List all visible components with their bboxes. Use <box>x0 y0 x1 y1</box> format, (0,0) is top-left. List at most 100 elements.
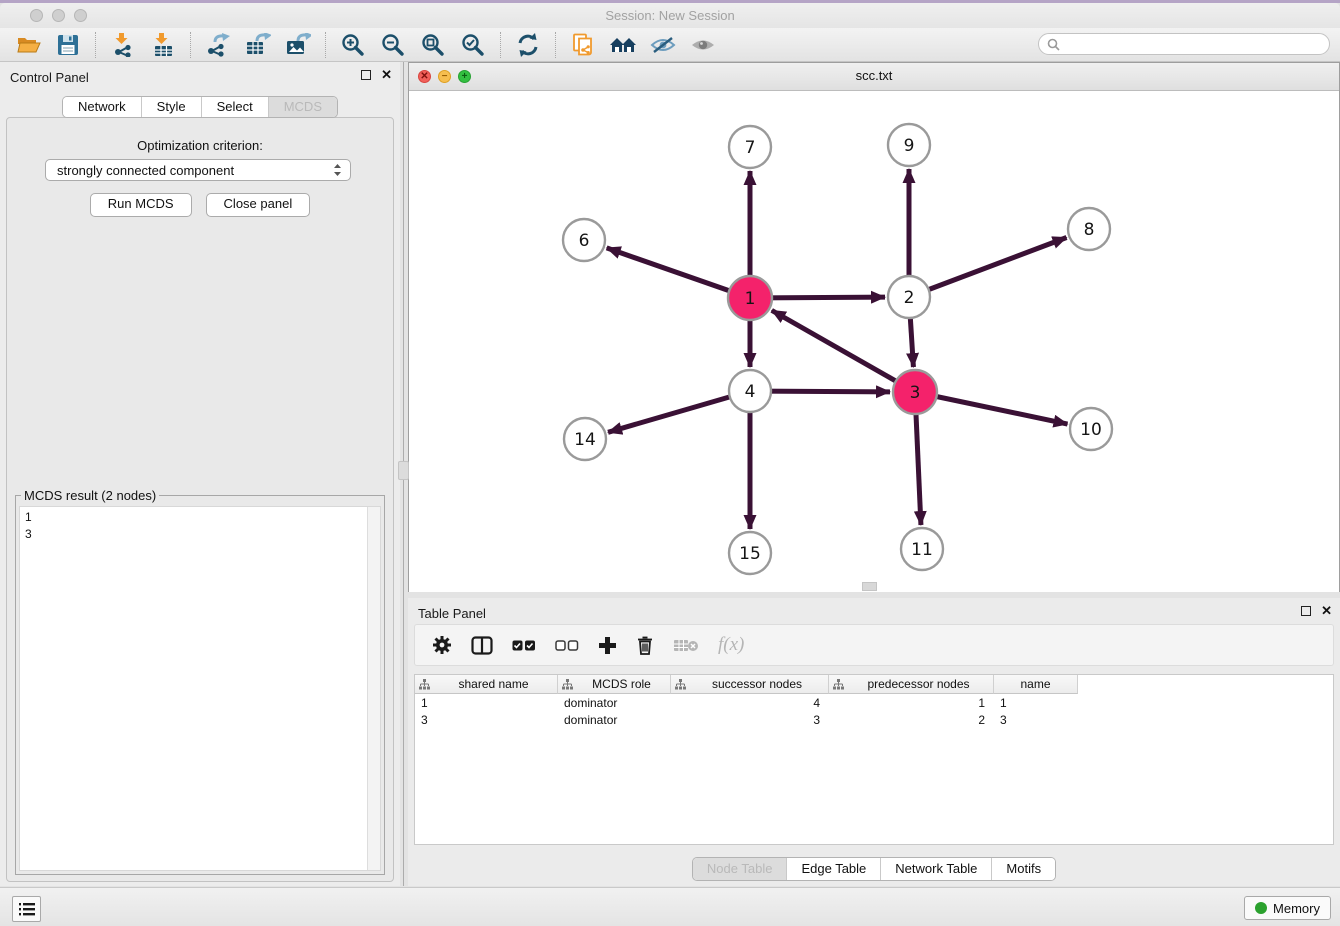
zoom-in-button[interactable] <box>333 30 373 60</box>
memory-button[interactable]: Memory <box>1244 896 1331 920</box>
network-view-window: ✕ − + scc.txt 7968124314101511 <box>408 62 1340 592</box>
minimize-window-button[interactable] <box>52 9 65 22</box>
tab-edge-table[interactable]: Edge Table <box>786 858 880 880</box>
tab-network-table[interactable]: Network Table <box>880 858 991 880</box>
houses-button[interactable] <box>603 30 643 60</box>
export-network-icon <box>205 33 231 57</box>
window-titlebar: Session: New Session <box>0 3 1340 29</box>
float-table-panel-icon[interactable] <box>1301 606 1311 616</box>
save-icon <box>57 34 79 56</box>
export-table-button[interactable] <box>238 30 278 60</box>
delete-table-button[interactable] <box>673 638 699 653</box>
export-network-button[interactable] <box>198 30 238 60</box>
close-window-button[interactable] <box>30 9 43 22</box>
show-columns-button[interactable] <box>471 636 493 655</box>
memory-label: Memory <box>1273 901 1320 916</box>
optimization-criterion-dropdown[interactable]: strongly connected component <box>45 159 351 181</box>
toolbar-separator <box>555 32 556 58</box>
window-title: Session: New Session <box>0 3 1340 28</box>
cell-successor-nodes: 4 <box>671 696 829 710</box>
graph-node-label: 1 <box>745 289 756 309</box>
eye-slash-icon <box>650 35 676 55</box>
control-panel-header: Control Panel ✕ <box>0 62 400 92</box>
run-mcds-button[interactable]: Run MCDS <box>90 193 192 217</box>
table-row[interactable]: 1 dominator 4 1 1 <box>415 694 1333 711</box>
window-controls[interactable] <box>30 9 87 22</box>
vertical-splitter-grip[interactable] <box>398 461 409 480</box>
delete-table-icon <box>673 638 699 653</box>
import-table-icon <box>151 33 175 57</box>
graph-node-label: 15 <box>739 544 761 564</box>
graph-edge-2-8[interactable] <box>909 237 1067 297</box>
column-header-successor-nodes[interactable]: successor nodes <box>671 675 829 694</box>
network-canvas[interactable]: 7968124314101511 <box>409 91 1339 592</box>
float-panel-icon[interactable] <box>361 70 371 80</box>
import-network-icon <box>111 33 135 57</box>
tab-select[interactable]: Select <box>201 97 268 117</box>
graph-node-label: 9 <box>904 136 915 156</box>
maximize-network-button[interactable]: + <box>458 70 471 83</box>
houses-icon <box>609 34 637 56</box>
graph-node-label: 2 <box>904 288 915 308</box>
save-session-button[interactable] <box>48 30 88 60</box>
network-window-controls[interactable]: ✕ − + <box>418 70 471 83</box>
network-document-button[interactable] <box>563 30 603 60</box>
toolbar-separator <box>325 32 326 58</box>
import-table-button[interactable] <box>143 30 183 60</box>
tab-motifs[interactable]: Motifs <box>991 858 1055 880</box>
column-header-name[interactable]: name <box>994 675 1078 694</box>
search-field[interactable] <box>1038 33 1330 55</box>
network-window-titlebar: ✕ − + scc.txt <box>409 63 1339 91</box>
graph-edge-3-1[interactable] <box>772 310 915 392</box>
mcds-result-area[interactable]: 1 3 <box>19 506 381 871</box>
table-panel: Table Panel ✕ <box>408 598 1340 886</box>
table-settings-button[interactable] <box>432 635 452 655</box>
export-image-button[interactable] <box>278 30 318 60</box>
search-input[interactable] <box>1065 35 1329 53</box>
import-network-button[interactable] <box>103 30 143 60</box>
close-panel-icon[interactable]: ✕ <box>381 69 392 81</box>
mcds-result-title: MCDS result (2 nodes) <box>21 488 159 503</box>
task-history-button[interactable] <box>12 896 41 922</box>
show-graphics-details-button[interactable] <box>683 30 723 60</box>
tab-node-table[interactable]: Node Table <box>693 858 787 880</box>
close-panel-button[interactable]: Close panel <box>206 193 311 217</box>
column-header-predecessor-nodes[interactable]: predecessor nodes <box>829 675 994 694</box>
tree-icon <box>833 679 844 690</box>
tab-network[interactable]: Network <box>63 97 141 117</box>
graph-node-label: 4 <box>745 382 756 402</box>
memory-status-icon <box>1255 902 1267 914</box>
select-all-button[interactable] <box>512 640 536 651</box>
control-panel: Control Panel ✕ Network Style Select MCD… <box>0 62 400 886</box>
create-column-button[interactable] <box>598 636 617 655</box>
minimize-network-button[interactable]: − <box>438 70 451 83</box>
close-table-panel-icon[interactable]: ✕ <box>1321 605 1332 617</box>
refresh-view-button[interactable] <box>508 30 548 60</box>
toolbar-separator <box>95 32 96 58</box>
function-builder-button[interactable]: f(x) <box>718 634 744 656</box>
node-table[interactable]: shared name MCDS role successor nodes pr… <box>414 674 1334 845</box>
maximize-window-button[interactable] <box>74 9 87 22</box>
zoom-out-button[interactable] <box>373 30 413 60</box>
open-file-button[interactable] <box>8 30 48 60</box>
mcds-result-group: MCDS result (2 nodes) 1 3 <box>15 495 385 875</box>
graph-edge-3-10[interactable] <box>915 392 1068 424</box>
close-network-button[interactable]: ✕ <box>418 70 431 83</box>
column-header-mcds-role[interactable]: MCDS role <box>558 675 671 694</box>
tab-style[interactable]: Style <box>141 97 201 117</box>
tab-mcds[interactable]: MCDS <box>268 97 337 117</box>
cell-predecessor-nodes: 1 <box>829 696 994 710</box>
zoom-selected-icon <box>461 33 485 57</box>
deselect-all-button[interactable] <box>555 640 579 651</box>
zoom-fit-button[interactable] <box>413 30 453 60</box>
zoom-selected-button[interactable] <box>453 30 493 60</box>
result-scrollbar[interactable] <box>367 507 380 870</box>
delete-column-button[interactable] <box>636 635 654 655</box>
graph-node-label: 7 <box>745 138 756 158</box>
hide-graphics-details-button[interactable] <box>643 30 683 60</box>
network-graph[interactable]: 7968124314101511 <box>409 91 1339 592</box>
main-toolbar <box>0 28 1340 62</box>
network-resize-grip[interactable] <box>862 582 877 591</box>
column-header-shared-name[interactable]: shared name <box>415 675 558 694</box>
table-row[interactable]: 3 dominator 3 2 3 <box>415 711 1333 728</box>
